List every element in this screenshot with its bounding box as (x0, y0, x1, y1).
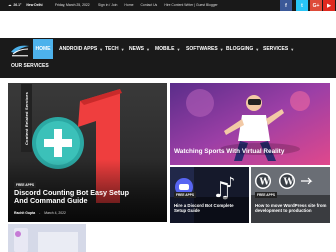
separator: - (39, 211, 41, 215)
post-meta: Rachit Gupta - March 4, 2022 (14, 211, 66, 215)
next-post-thumbnail[interactable] (8, 224, 86, 252)
sign-in-link[interactable]: Sign in / Join (98, 3, 117, 7)
top-links: Sign in / Join Home Contact Us Hire Cont… (98, 3, 218, 7)
small-post-title[interactable]: Hire a Discord Bot Complete Setup Guide (174, 203, 246, 214)
nav-services[interactable]: SERVICES ▼ (263, 39, 294, 59)
weather-widget: ☁ 26.1° New Delhi (8, 3, 43, 7)
small-post-title[interactable]: How to move WordPress site from developm… (255, 203, 327, 214)
chevron-down-icon: ▼ (290, 46, 295, 52)
temperature: 26.1° (13, 3, 22, 7)
nav-mobile[interactable]: MOBILE ▼ (155, 39, 180, 59)
city-name: New Delhi (26, 3, 43, 7)
nav-news[interactable]: NEWS ▼ (129, 39, 150, 59)
youtube-icon[interactable]: ▶ (323, 0, 335, 11)
phone-image (8, 224, 86, 252)
chevron-down-icon: ▼ (176, 46, 181, 52)
chevron-down-icon: ▼ (99, 46, 104, 52)
site-logo[interactable] (9, 41, 31, 58)
main-post-title[interactable]: Discord Counting Bot Easy Setup And Comm… (14, 188, 144, 206)
contact-link[interactable]: Contact Us (140, 3, 157, 7)
chevron-down-icon: ▼ (219, 46, 224, 52)
nav-label: MOBILE (155, 46, 175, 52)
nav-label: NEWS (129, 46, 144, 52)
current-date: Friday, March 25, 2022 (55, 3, 90, 7)
hire-writer-link[interactable]: Hire Content Writer | Guest Blogger (164, 3, 217, 7)
nav-label: SERVICES (263, 46, 289, 52)
banner-area (0, 11, 336, 38)
google-plus-icon[interactable]: G+ (310, 0, 322, 11)
home-link[interactable]: Home (124, 3, 133, 7)
post-date: March 4, 2022 (44, 211, 66, 215)
nav-blogging[interactable]: BLOGGING ▼ (226, 39, 259, 59)
facebook-icon[interactable]: f (280, 0, 292, 11)
nav-tech[interactable]: TECH ▼ (105, 39, 125, 59)
nav-android-apps[interactable]: ANDROID APPS ▼ (59, 39, 103, 59)
nav-label: ANDROID APPS (59, 46, 98, 52)
category-tag[interactable]: FREE APPS (255, 192, 277, 198)
twitter-icon[interactable]: t (296, 0, 308, 11)
svg-text:W: W (283, 178, 295, 188)
cloud-icon: ☁ (8, 3, 12, 7)
svg-text:♪: ♪ (226, 175, 235, 191)
svg-text:W: W (259, 178, 271, 188)
nav-label: SOFTWARES (186, 46, 218, 52)
nav-softwares[interactable]: SOFTWARES ▼ (186, 39, 224, 59)
chevron-down-icon: ▼ (120, 46, 125, 52)
nav-label: TECH (105, 46, 119, 52)
vertical-category-tag[interactable]: Content Related Services (21, 84, 32, 152)
nav-label: BLOGGING (226, 46, 254, 52)
chevron-down-icon: ▼ (146, 46, 150, 52)
category-tag[interactable]: FREE APPS (174, 192, 196, 198)
chevron-down-icon: ▼ (255, 46, 260, 52)
side-post-title[interactable]: Watching Sports With Virtual Reality (174, 148, 284, 155)
nav-home[interactable]: HOME (33, 39, 53, 59)
post-author[interactable]: Rachit Gupta (14, 211, 35, 215)
nav-our-services[interactable]: OUR SERVICES (11, 59, 49, 73)
